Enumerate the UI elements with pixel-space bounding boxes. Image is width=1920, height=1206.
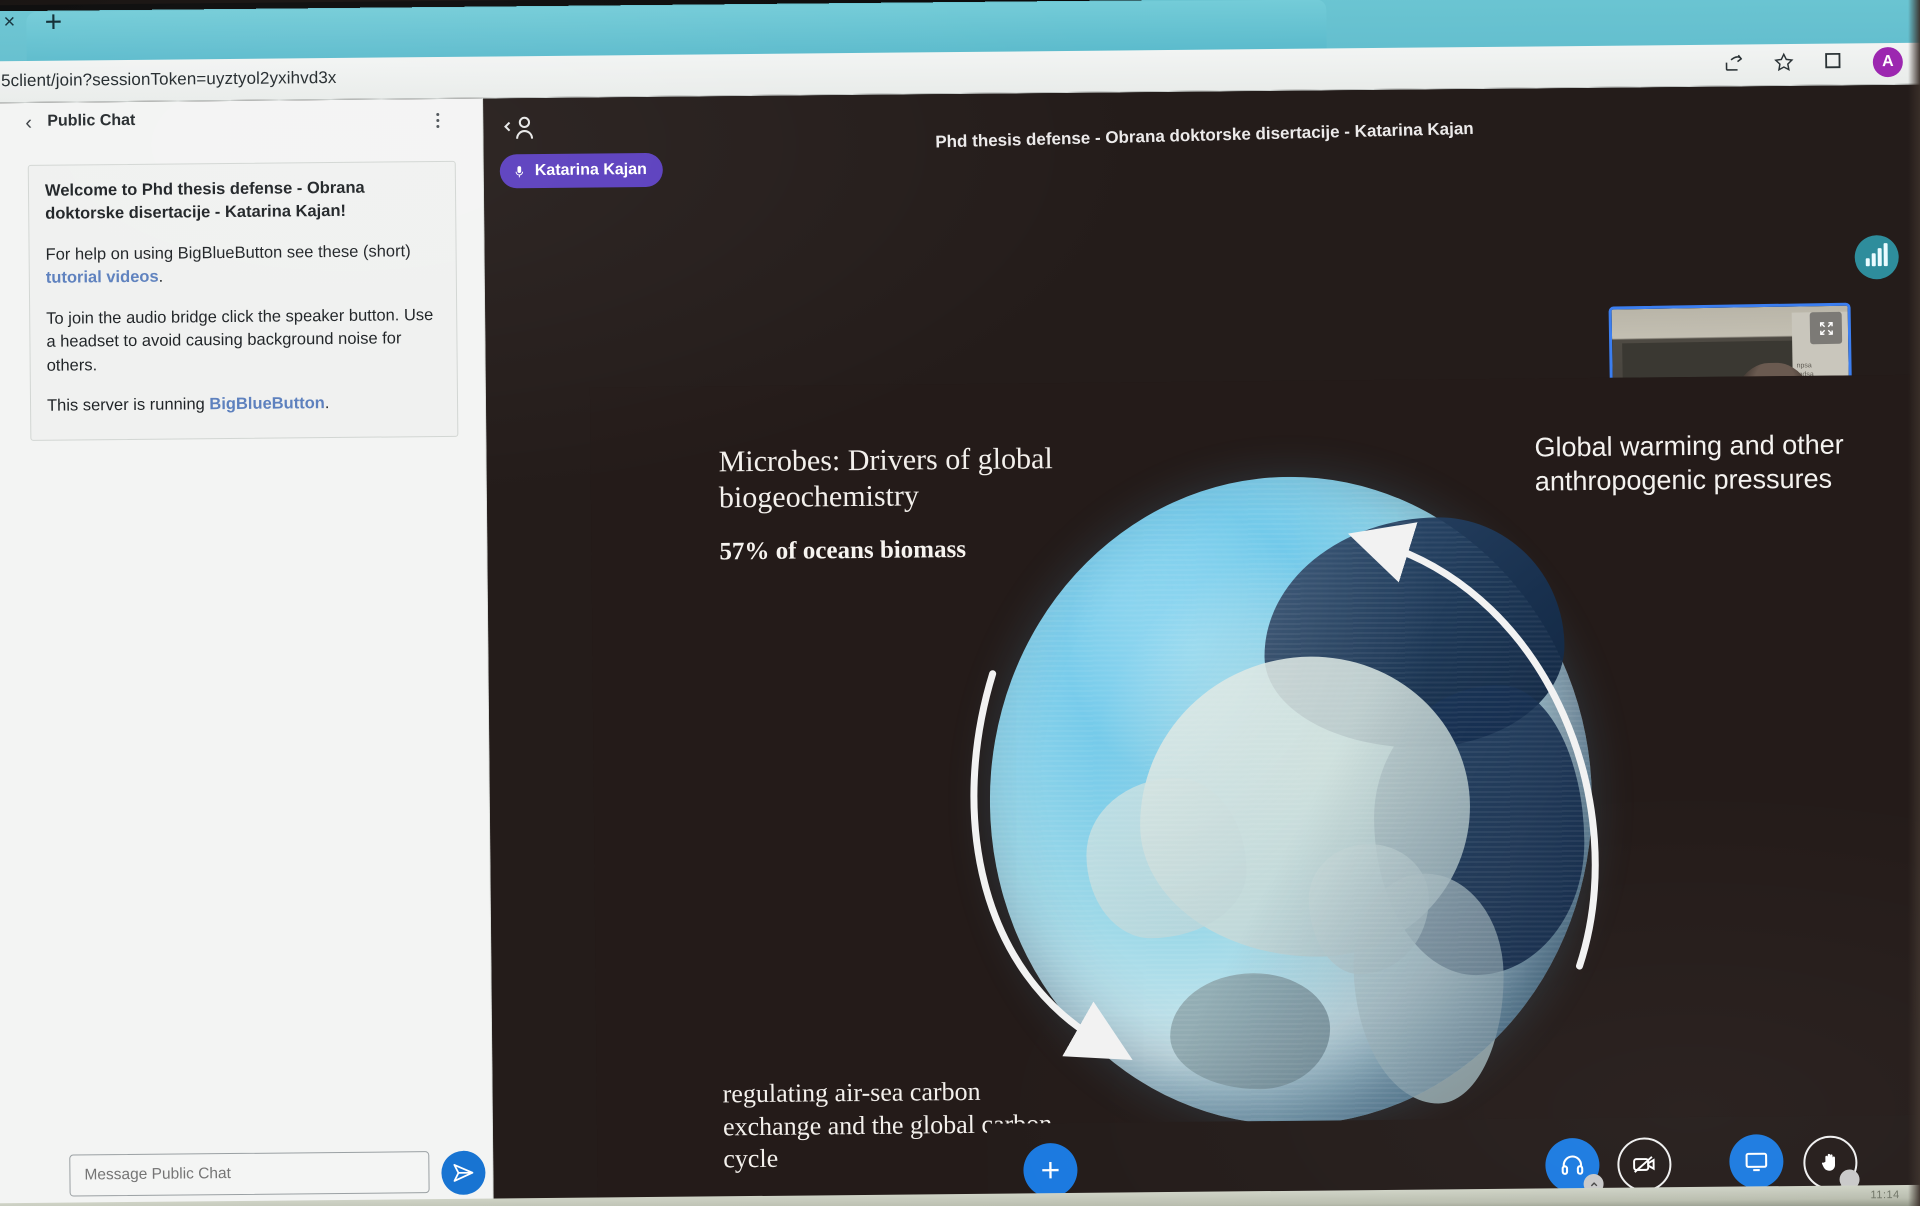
new-tab-icon[interactable]: +: [36, 6, 70, 41]
chat-title: Public Chat: [47, 111, 136, 130]
send-message-button[interactable]: [441, 1150, 486, 1196]
presentation-stage: Katarina Kajan Phd thesis defense - Obra…: [483, 84, 1920, 1206]
profile-avatar[interactable]: A: [1872, 46, 1903, 78]
active-speaker-name: Katarina Kajan: [534, 161, 647, 180]
fullscreen-icon[interactable]: [1809, 311, 1843, 345]
share-icon[interactable]: [1723, 51, 1747, 75]
monitor-bezel-right: [1908, 0, 1920, 1206]
bigbluebutton-app: ‹ Public Chat Welcome to Phd thesis defe…: [0, 84, 1920, 1206]
arrow-left-clockwise: [970, 670, 1133, 1060]
taskbar-clock: 11:14: [1870, 1189, 1900, 1202]
raise-hand-button[interactable]: [1803, 1135, 1860, 1190]
slide-title: Microbes: Drivers of global biogeochemis…: [718, 442, 1053, 515]
slide-right-annotation: Global warming and other anthropogenic p…: [1534, 429, 1844, 497]
arrow-right-counterclockwise: [1348, 522, 1599, 970]
chat-welcome-message: Welcome to Phd thesis defense - Obrana d…: [27, 160, 459, 442]
chat-back-icon[interactable]: ‹: [25, 112, 32, 134]
screenshare-button[interactable]: [1729, 1134, 1784, 1189]
chat-message-help: For help on using BigBlueButton see thes…: [45, 242, 411, 288]
message-input[interactable]: [69, 1151, 430, 1197]
audio-button[interactable]: [1545, 1137, 1604, 1195]
chat-compose-area: [0, 1129, 494, 1206]
chat-message-welcome: Welcome to Phd thesis defense - Obrana d…: [44, 178, 365, 224]
public-chat-panel: ‹ Public Chat Welcome to Phd thesis defe…: [0, 98, 494, 1206]
address-bar-actions: A: [1723, 46, 1903, 79]
tutorial-videos-link[interactable]: tutorial videos: [46, 268, 159, 287]
microphone-icon: [515, 165, 524, 177]
chat-options-icon[interactable]: [426, 107, 448, 133]
address-bar-url[interactable]: ml5client/join?sessionToken=uyztyol2yxih…: [0, 68, 337, 91]
chat-message-audio: To join the audio bridge click the speak…: [46, 305, 434, 375]
favorite-star-icon[interactable]: [1773, 51, 1797, 75]
chat-message-server: This server is running BigBlueButton.: [46, 394, 330, 415]
collections-icon[interactable]: [1823, 50, 1847, 74]
chat-header: ‹ Public Chat: [0, 99, 483, 150]
connection-status-icon[interactable]: [1854, 234, 1899, 280]
slide-subtitle: 57% of oceans biomass: [719, 535, 967, 566]
slide-canvas: Microbes: Drivers of global biogeochemis…: [589, 374, 1918, 1206]
photo-of-screen: × + ∨ − ❐ ml5client/join?sessionToken=uy…: [0, 0, 1920, 1206]
bigbluebutton-link[interactable]: BigBlueButton: [209, 394, 325, 413]
monitor-screen: × + ∨ − ❐ ml5client/join?sessionToken=uy…: [0, 0, 1920, 1206]
presentation-slide[interactable]: Microbes: Drivers of global biogeochemis…: [589, 374, 1918, 1206]
actions-plus-button[interactable]: [1023, 1142, 1078, 1198]
meeting-title: Phd thesis defense - Obrana doktorske di…: [935, 118, 1474, 152]
camera-button[interactable]: [1617, 1137, 1672, 1192]
tab-close-icon[interactable]: ×: [0, 9, 22, 35]
